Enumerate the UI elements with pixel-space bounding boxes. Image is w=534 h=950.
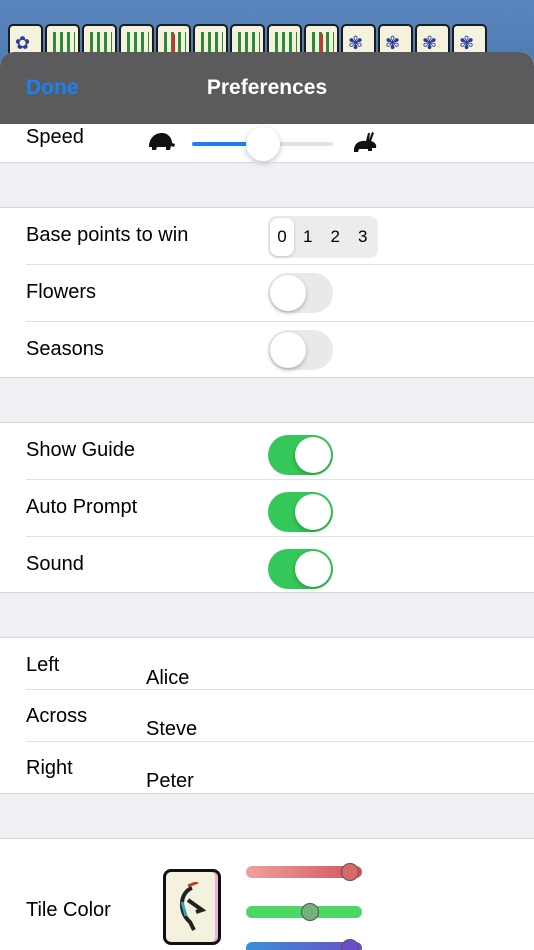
- divider: [0, 162, 534, 163]
- rules-group: Base points to win 0 1 2 3 Flowers Seaso…: [0, 208, 534, 377]
- sound-toggle[interactable]: [268, 549, 333, 589]
- base-points-row: Base points to win 0 1 2 3: [0, 208, 534, 264]
- show-guide-row: Show Guide: [0, 423, 534, 479]
- tile-color-label: Tile Color: [26, 899, 111, 921]
- player-row-right[interactable]: Right Peter: [0, 742, 534, 793]
- green-slider[interactable]: [246, 903, 362, 921]
- player-name-field[interactable]: Alice: [146, 667, 189, 690]
- base-points-segmented-control: 0 1 2 3: [268, 216, 378, 258]
- player-position-label: Across: [26, 705, 88, 727]
- auto-prompt-row: Auto Prompt: [0, 480, 534, 536]
- speed-label: Speed: [26, 126, 84, 148]
- tile-color-preview: [163, 869, 221, 945]
- seasons-toggle[interactable]: [268, 330, 333, 370]
- divider: [0, 592, 534, 593]
- segment-2[interactable]: 2: [322, 216, 350, 258]
- speed-group: Speed: [0, 124, 534, 162]
- sound-label: Sound: [26, 553, 84, 575]
- segment-3[interactable]: 3: [349, 216, 377, 258]
- player-name-field[interactable]: Steve: [146, 718, 197, 741]
- flower-icon: ✾: [422, 33, 438, 53]
- green-slider-thumb[interactable]: [300, 903, 319, 921]
- rabbit-icon: [354, 132, 377, 152]
- player-position-label: Left: [26, 654, 60, 676]
- flower-icon: ✾: [385, 33, 401, 53]
- player-row-left[interactable]: Left Alice: [0, 638, 534, 689]
- flowers-label: Flowers: [26, 281, 97, 303]
- player-position-label: Right: [26, 757, 73, 779]
- flowers-row: Flowers: [0, 265, 534, 321]
- flower-icon: ✾: [348, 33, 364, 53]
- page-title: Preferences: [206, 76, 328, 99]
- tile-color-group: Tile Color: [0, 839, 534, 950]
- show-guide-toggle[interactable]: [268, 435, 333, 475]
- flower-tile-icon: [180, 882, 207, 931]
- navigation-bar: Done Preferences: [0, 52, 534, 124]
- auto-prompt-toggle[interactable]: [268, 492, 333, 532]
- divider: [0, 377, 534, 378]
- flowers-toggle[interactable]: [268, 273, 333, 313]
- helpers-group: Show Guide Auto Prompt Sound: [0, 423, 534, 592]
- auto-prompt-label: Auto Prompt: [26, 496, 138, 518]
- turtle-icon: [149, 133, 175, 150]
- red-slider-thumb[interactable]: [341, 863, 360, 881]
- bird-icon: ✿: [15, 33, 31, 53]
- segment-0[interactable]: 0: [270, 218, 294, 256]
- blue-slider[interactable]: [246, 939, 362, 950]
- flower-icon: ✾: [459, 33, 475, 53]
- red-slider[interactable]: [246, 863, 362, 881]
- preferences-sheet: Done Preferences Speed Base points to wi…: [0, 52, 534, 950]
- divider: [0, 793, 534, 794]
- players-group: Left Alice Across Steve Right Peter: [0, 638, 534, 793]
- player-name-field[interactable]: Peter: [146, 770, 194, 793]
- show-guide-label: Show Guide: [26, 439, 135, 461]
- speed-slider-thumb[interactable]: [245, 127, 280, 161]
- segment-1[interactable]: 1: [294, 216, 322, 258]
- base-points-label: Base points to win: [26, 224, 189, 246]
- sound-row: Sound: [0, 537, 534, 593]
- blue-slider-thumb[interactable]: [341, 939, 360, 950]
- seasons-label: Seasons: [26, 338, 104, 360]
- player-row-across[interactable]: Across Steve: [0, 690, 534, 741]
- seasons-row: Seasons: [0, 322, 534, 378]
